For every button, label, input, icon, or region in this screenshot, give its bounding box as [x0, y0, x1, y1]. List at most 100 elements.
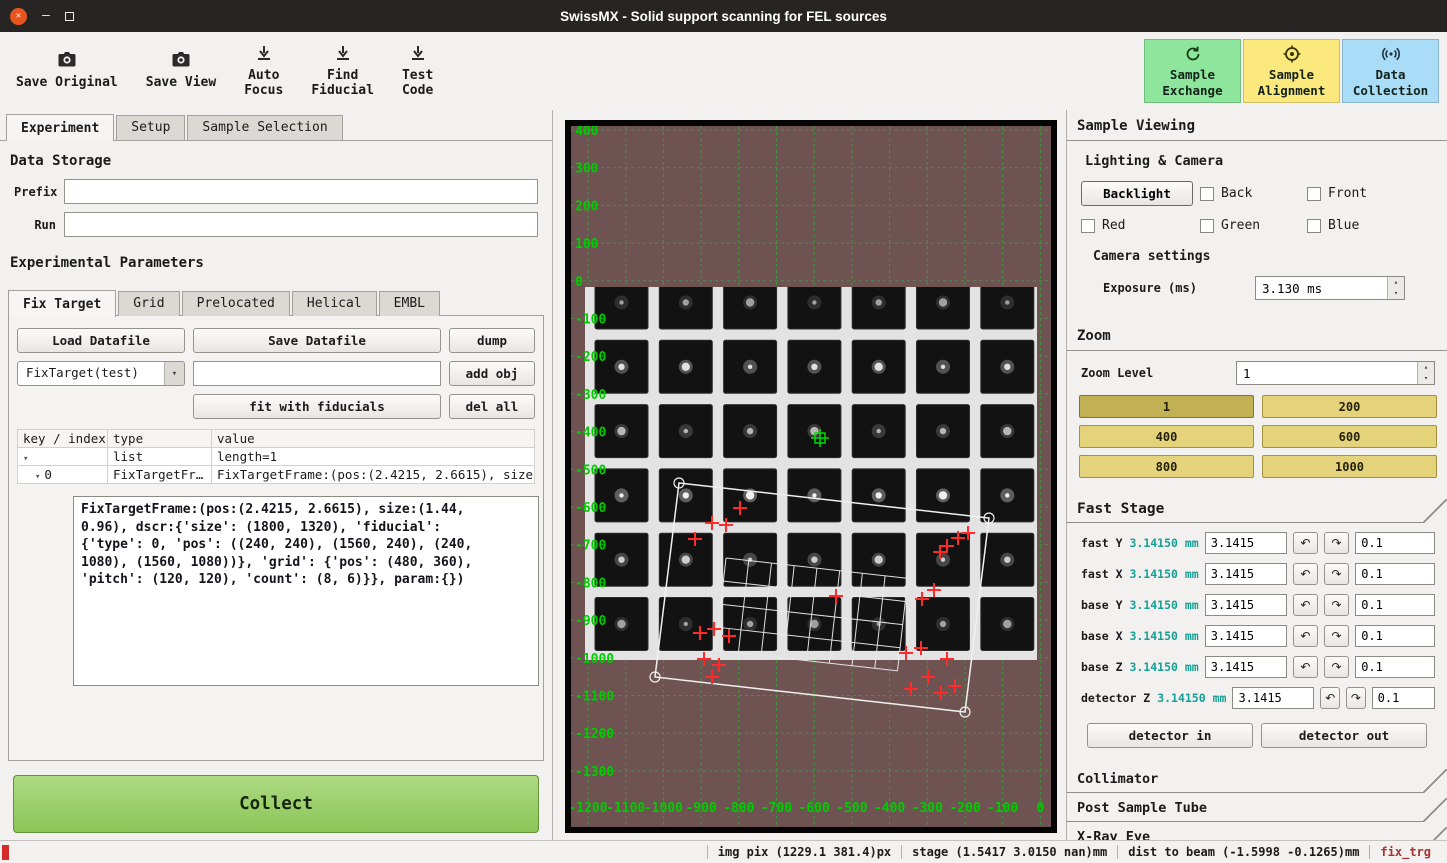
- nudge-back-button[interactable]: ↶: [1293, 594, 1318, 616]
- del-all-button[interactable]: del all: [449, 394, 535, 419]
- nudge-back-button[interactable]: ↶: [1293, 656, 1318, 678]
- axis-step-input[interactable]: [1355, 656, 1435, 678]
- tab-prelocated[interactable]: Prelocated: [182, 291, 290, 316]
- auto-focus-button[interactable]: AutoFocus: [244, 45, 283, 98]
- detector-in-button[interactable]: detector in: [1087, 723, 1253, 748]
- fast-stage-section-header[interactable]: Fast Stage: [1067, 492, 1447, 523]
- table-row[interactable]: ▾ list length=1: [18, 448, 535, 466]
- dump-button[interactable]: dump: [449, 328, 535, 353]
- checkbox-red[interactable]: Red: [1081, 218, 1200, 233]
- spin-down-icon[interactable]: ▾: [1388, 288, 1404, 299]
- checkbox-icon[interactable]: [1081, 219, 1095, 233]
- checkbox-icon[interactable]: [1200, 187, 1214, 201]
- axis-target-input[interactable]: [1205, 563, 1287, 585]
- tab-sample-selection[interactable]: Sample Selection: [187, 115, 342, 140]
- nudge-forward-button[interactable]: ↷: [1346, 687, 1366, 709]
- tab-grid[interactable]: Grid: [118, 291, 179, 316]
- tab-setup[interactable]: Setup: [116, 115, 185, 140]
- detector-out-button[interactable]: detector out: [1261, 723, 1427, 748]
- zoom-1000-button[interactable]: 1000: [1262, 455, 1437, 478]
- axis-target-input[interactable]: [1205, 656, 1287, 678]
- object-detail-text[interactable]: FixTargetFrame:(pos:(2.4215, 2.6615), si…: [73, 496, 539, 686]
- spin-down-icon[interactable]: ▾: [1418, 373, 1434, 384]
- checkbox-icon[interactable]: [1307, 187, 1321, 201]
- prefix-row: Prefix: [14, 179, 538, 204]
- tab-embl[interactable]: EMBL: [379, 291, 440, 316]
- zoom-600-button[interactable]: 600: [1262, 425, 1437, 448]
- fixtarget-combo[interactable]: FixTarget(test) ▾: [17, 361, 185, 386]
- find-fiducial-button[interactable]: FindFiducial: [311, 45, 374, 98]
- save-original-button[interactable]: Save Original: [16, 52, 118, 90]
- collimator-section-header[interactable]: Collimator: [1067, 764, 1447, 793]
- expander-icon[interactable]: ▾: [35, 472, 40, 482]
- axis-target-input[interactable]: [1205, 594, 1287, 616]
- post-sample-tube-section-header[interactable]: Post Sample Tube: [1067, 793, 1447, 822]
- svg-text:0: 0: [575, 275, 583, 290]
- test-code-button[interactable]: TestCode: [402, 45, 433, 98]
- nudge-back-button[interactable]: ↶: [1293, 532, 1318, 554]
- checkbox-front[interactable]: Front: [1307, 186, 1435, 201]
- nudge-forward-button[interactable]: ↷: [1324, 532, 1349, 554]
- expander-icon[interactable]: ▾: [23, 454, 28, 464]
- save-datafile-button[interactable]: Save Datafile: [193, 328, 441, 353]
- zoom-level-input[interactable]: [1237, 362, 1417, 384]
- run-input[interactable]: [64, 212, 538, 237]
- camera-view-canvas[interactable]: 4003002001000-100-200-300-400-500-600-70…: [565, 120, 1057, 833]
- checkbox-icon[interactable]: [1307, 219, 1321, 233]
- checkbox-blue[interactable]: Blue: [1307, 218, 1435, 233]
- tab-experiment[interactable]: Experiment: [6, 114, 114, 141]
- x-ray-eye-section-header[interactable]: X-Ray Eye: [1067, 822, 1447, 840]
- nudge-forward-button[interactable]: ↷: [1324, 656, 1349, 678]
- maximize-window-button[interactable]: [65, 12, 74, 21]
- zoom-400-button[interactable]: 400: [1079, 425, 1254, 448]
- data-collection-button[interactable]: Data Collection: [1342, 39, 1439, 103]
- sample-exchange-button[interactable]: Sample Exchange: [1144, 39, 1241, 103]
- nudge-back-button[interactable]: ↶: [1320, 687, 1340, 709]
- axis-target-input[interactable]: [1232, 687, 1314, 709]
- exposure-spinbox[interactable]: ▴▾: [1255, 276, 1405, 300]
- column-header-key[interactable]: key / index: [18, 430, 108, 448]
- axis-step-input[interactable]: [1355, 532, 1435, 554]
- tab-helical[interactable]: Helical: [292, 291, 377, 316]
- nudge-forward-button[interactable]: ↷: [1324, 625, 1349, 647]
- axis-target-input[interactable]: [1205, 532, 1287, 554]
- nudge-back-button[interactable]: ↶: [1293, 625, 1318, 647]
- axis-step-input[interactable]: [1355, 563, 1435, 585]
- prefix-label: Prefix: [14, 185, 56, 199]
- checkbox-green[interactable]: Green: [1200, 218, 1307, 233]
- prefix-input[interactable]: [64, 179, 538, 204]
- axis-target-input[interactable]: [1205, 625, 1287, 647]
- checkbox-icon[interactable]: [1200, 219, 1214, 233]
- object-name-input[interactable]: [193, 361, 441, 386]
- spin-up-icon[interactable]: ▴: [1388, 277, 1404, 288]
- axis-step-input[interactable]: [1355, 594, 1435, 616]
- minimize-window-button[interactable]: –: [42, 11, 50, 21]
- svg-text:100: 100: [575, 237, 599, 252]
- checkbox-back[interactable]: Back: [1200, 186, 1307, 201]
- spin-up-icon[interactable]: ▴: [1418, 362, 1434, 373]
- add-obj-button[interactable]: add obj: [449, 361, 535, 386]
- zoom-1-button[interactable]: 1: [1079, 395, 1254, 418]
- table-row[interactable]: ▾0 FixTargetFr… FixTargetFrame:(pos:(2.4…: [18, 466, 535, 484]
- exposure-input[interactable]: [1256, 277, 1387, 299]
- sample-alignment-button[interactable]: Sample Alignment: [1243, 39, 1340, 103]
- nudge-back-button[interactable]: ↶: [1293, 563, 1318, 585]
- close-window-button[interactable]: ✕: [10, 8, 27, 25]
- zoom-level-spinbox[interactable]: ▴▾: [1236, 361, 1435, 385]
- svg-text:-900: -900: [685, 801, 716, 816]
- zoom-level-row: Zoom Level ▴▾: [1081, 361, 1435, 385]
- axis-step-input[interactable]: [1372, 687, 1435, 709]
- axis-step-input[interactable]: [1355, 625, 1435, 647]
- nudge-forward-button[interactable]: ↷: [1324, 594, 1349, 616]
- zoom-800-button[interactable]: 800: [1079, 455, 1254, 478]
- tab-fix-target[interactable]: Fix Target: [8, 290, 116, 317]
- column-header-value[interactable]: value: [212, 430, 535, 448]
- collect-button[interactable]: Collect: [13, 775, 539, 833]
- nudge-forward-button[interactable]: ↷: [1324, 563, 1349, 585]
- fit-with-fiducials-button[interactable]: fit with fiducials: [193, 394, 441, 419]
- zoom-200-button[interactable]: 200: [1262, 395, 1437, 418]
- backlight-button[interactable]: Backlight: [1081, 181, 1193, 206]
- column-header-type[interactable]: type: [108, 430, 212, 448]
- save-view-button[interactable]: Save View: [146, 52, 216, 90]
- load-datafile-button[interactable]: Load Datafile: [17, 328, 185, 353]
